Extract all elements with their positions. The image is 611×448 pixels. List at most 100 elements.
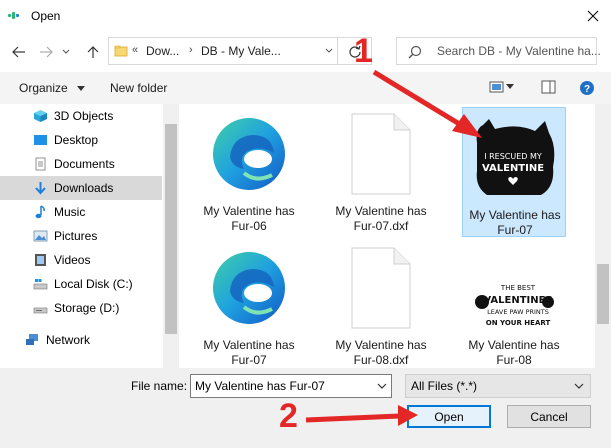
svg-text:I RESCUED MY: I RESCUED MY (484, 152, 542, 161)
address-dropdown-button[interactable] (320, 37, 338, 65)
arrow-up-icon (87, 46, 99, 58)
file-name: My Valentine has Fur-08.dxf (335, 338, 427, 367)
sidebar-item-3d-objects[interactable]: 3D Objects (0, 104, 162, 128)
videos-icon (35, 254, 46, 266)
forward-button[interactable] (35, 41, 57, 63)
file-item[interactable]: My Valentine has Fur-06 (197, 104, 301, 234)
file-name: My Valentine has Fur-07.dxf (335, 204, 427, 233)
sidebar-scrollbar[interactable] (163, 104, 179, 368)
back-button[interactable] (8, 41, 30, 63)
preview-pane-icon[interactable] (541, 80, 557, 94)
close-button[interactable] (575, 0, 611, 32)
blank-document-icon (341, 110, 421, 198)
sidebar-item-videos[interactable]: Videos (0, 248, 162, 272)
music-icon (35, 205, 45, 219)
svg-text:ON YOUR HEART: ON YOUR HEART (486, 319, 551, 327)
file-item[interactable]: My Valentine has Fur-07.dxf (329, 104, 433, 234)
paw-design-thumbnail: THE BEST VALENTINES LEAVE PAW PRINTS ON … (468, 278, 560, 336)
sidebar-item-label: Documents (54, 157, 115, 171)
file-list: My Valentine has Fur-06 My Valentine has F… (179, 104, 595, 368)
svg-text:VALENTINES: VALENTINES (483, 295, 552, 306)
app-logo-icon (8, 12, 20, 19)
sidebar-item-local-disk[interactable]: Local Disk (C:) (0, 272, 162, 296)
cat-design-thumbnail: I RESCUED MY VALENTINE (469, 114, 561, 202)
chevron-down-icon (325, 48, 332, 53)
arrow-left-icon (12, 46, 25, 58)
file-name-label: File name: (131, 379, 188, 393)
pictures-icon (33, 230, 48, 242)
up-button[interactable] (82, 41, 104, 63)
sidebar-item-label: Local Disk (C:) (54, 277, 133, 291)
window-title: Open (31, 9, 61, 23)
sidebar-item-storage[interactable]: Storage (D:) (0, 296, 162, 320)
file-name-input[interactable]: My Valentine has Fur-07 (190, 374, 392, 398)
step-2-label: 2 (279, 397, 298, 435)
3d-objects-icon (34, 110, 47, 122)
file-type-select[interactable]: All Files (*.*) (405, 374, 591, 398)
step-1-label: 1 (354, 32, 373, 70)
help-icon[interactable]: ? (579, 80, 595, 96)
svg-text:?: ? (584, 84, 590, 95)
breadcrumb-separator-icon: › (189, 44, 193, 56)
search-input[interactable]: Search DB - My Valentine ha... (396, 37, 601, 65)
sidebar-item-pictures[interactable]: Pictures (0, 224, 162, 248)
chevron-down-icon[interactable] (377, 379, 387, 393)
command-bar: Organize New folder ? (0, 72, 611, 104)
breadcrumb-current-folder[interactable]: DB - My Vale... (201, 44, 281, 58)
arrow-right-icon (40, 46, 53, 58)
svg-text:THE BEST: THE BEST (500, 284, 536, 292)
file-name: My Valentine has Fur-07 (469, 208, 561, 237)
sidebar-item-desktop[interactable]: Desktop (0, 128, 162, 152)
sidebar-item-label: Downloads (54, 181, 114, 195)
storage-drive-icon (33, 307, 48, 314)
chevron-down-icon (77, 85, 86, 91)
sidebar-item-label: Music (54, 205, 86, 219)
recent-locations-button[interactable] (58, 41, 74, 63)
documents-icon (35, 157, 46, 171)
blank-document-icon (341, 244, 421, 332)
cancel-button[interactable]: Cancel (507, 405, 591, 428)
file-list-scrollbar[interactable] (595, 104, 611, 368)
file-name: My Valentine has Fur-08 (468, 338, 560, 367)
sidebar-scrollbar-thumb[interactable] (165, 124, 177, 334)
file-type-value: All Files (*.*) (411, 379, 478, 393)
chevron-down-icon (62, 49, 70, 54)
sidebar-item-label: 3D Objects (54, 109, 114, 123)
sidebar-item-music[interactable]: Music (0, 200, 162, 224)
sidebar-item-label: Pictures (54, 229, 98, 243)
organize-label: Organize (19, 81, 68, 95)
svg-text:VALENTINE: VALENTINE (482, 163, 544, 174)
sidebar-item-documents[interactable]: Documents (0, 152, 162, 176)
file-name-value: My Valentine has Fur-07 (195, 379, 325, 393)
sidebar-item-label: Storage (D:) (54, 301, 120, 315)
organize-button[interactable]: Organize (19, 81, 86, 95)
close-icon (587, 10, 599, 22)
network-icon (26, 334, 38, 345)
open-button[interactable]: Open (407, 405, 491, 428)
file-name: My Valentine has Fur-07 (203, 338, 295, 367)
new-folder-button[interactable]: New folder (110, 81, 167, 95)
edge-icon (209, 244, 289, 332)
navigation-pane: 3D Objects Desktop Documents Downloads M… (0, 104, 178, 368)
svg-text:LEAVE PAW PRINTS: LEAVE PAW PRINTS (487, 308, 549, 316)
file-name: My Valentine has Fur-06 (203, 204, 295, 233)
sidebar-item-label: Videos (54, 253, 91, 267)
sidebar-item-downloads[interactable]: Downloads (0, 176, 162, 200)
edge-icon (209, 110, 289, 198)
path-overflow[interactable]: « (132, 44, 138, 56)
breadcrumb-downloads[interactable]: Dow... (146, 44, 179, 58)
search-placeholder: Search DB - My Valentine ha... (437, 44, 601, 58)
sidebar-item-label: Network (46, 333, 91, 347)
sidebar-item-network[interactable]: Network (0, 328, 154, 352)
file-item[interactable]: My Valentine has Fur-08.dxf (329, 238, 433, 368)
sidebar-item-label: Desktop (54, 133, 99, 147)
file-list-scrollbar-thumb[interactable] (597, 264, 609, 324)
chevron-down-icon[interactable] (506, 84, 514, 90)
file-item[interactable]: THE BEST VALENTINES LEAVE PAW PRINTS ON … (462, 238, 566, 368)
title-bar: Open (0, 0, 611, 32)
folder-icon (114, 45, 128, 57)
file-item[interactable]: I RESCUED MY VALENTINE My Valentine has F… (462, 107, 566, 237)
downloads-icon (35, 182, 46, 195)
view-options-icon[interactable] (489, 80, 505, 94)
file-item[interactable]: My Valentine has Fur-07 (197, 238, 301, 368)
